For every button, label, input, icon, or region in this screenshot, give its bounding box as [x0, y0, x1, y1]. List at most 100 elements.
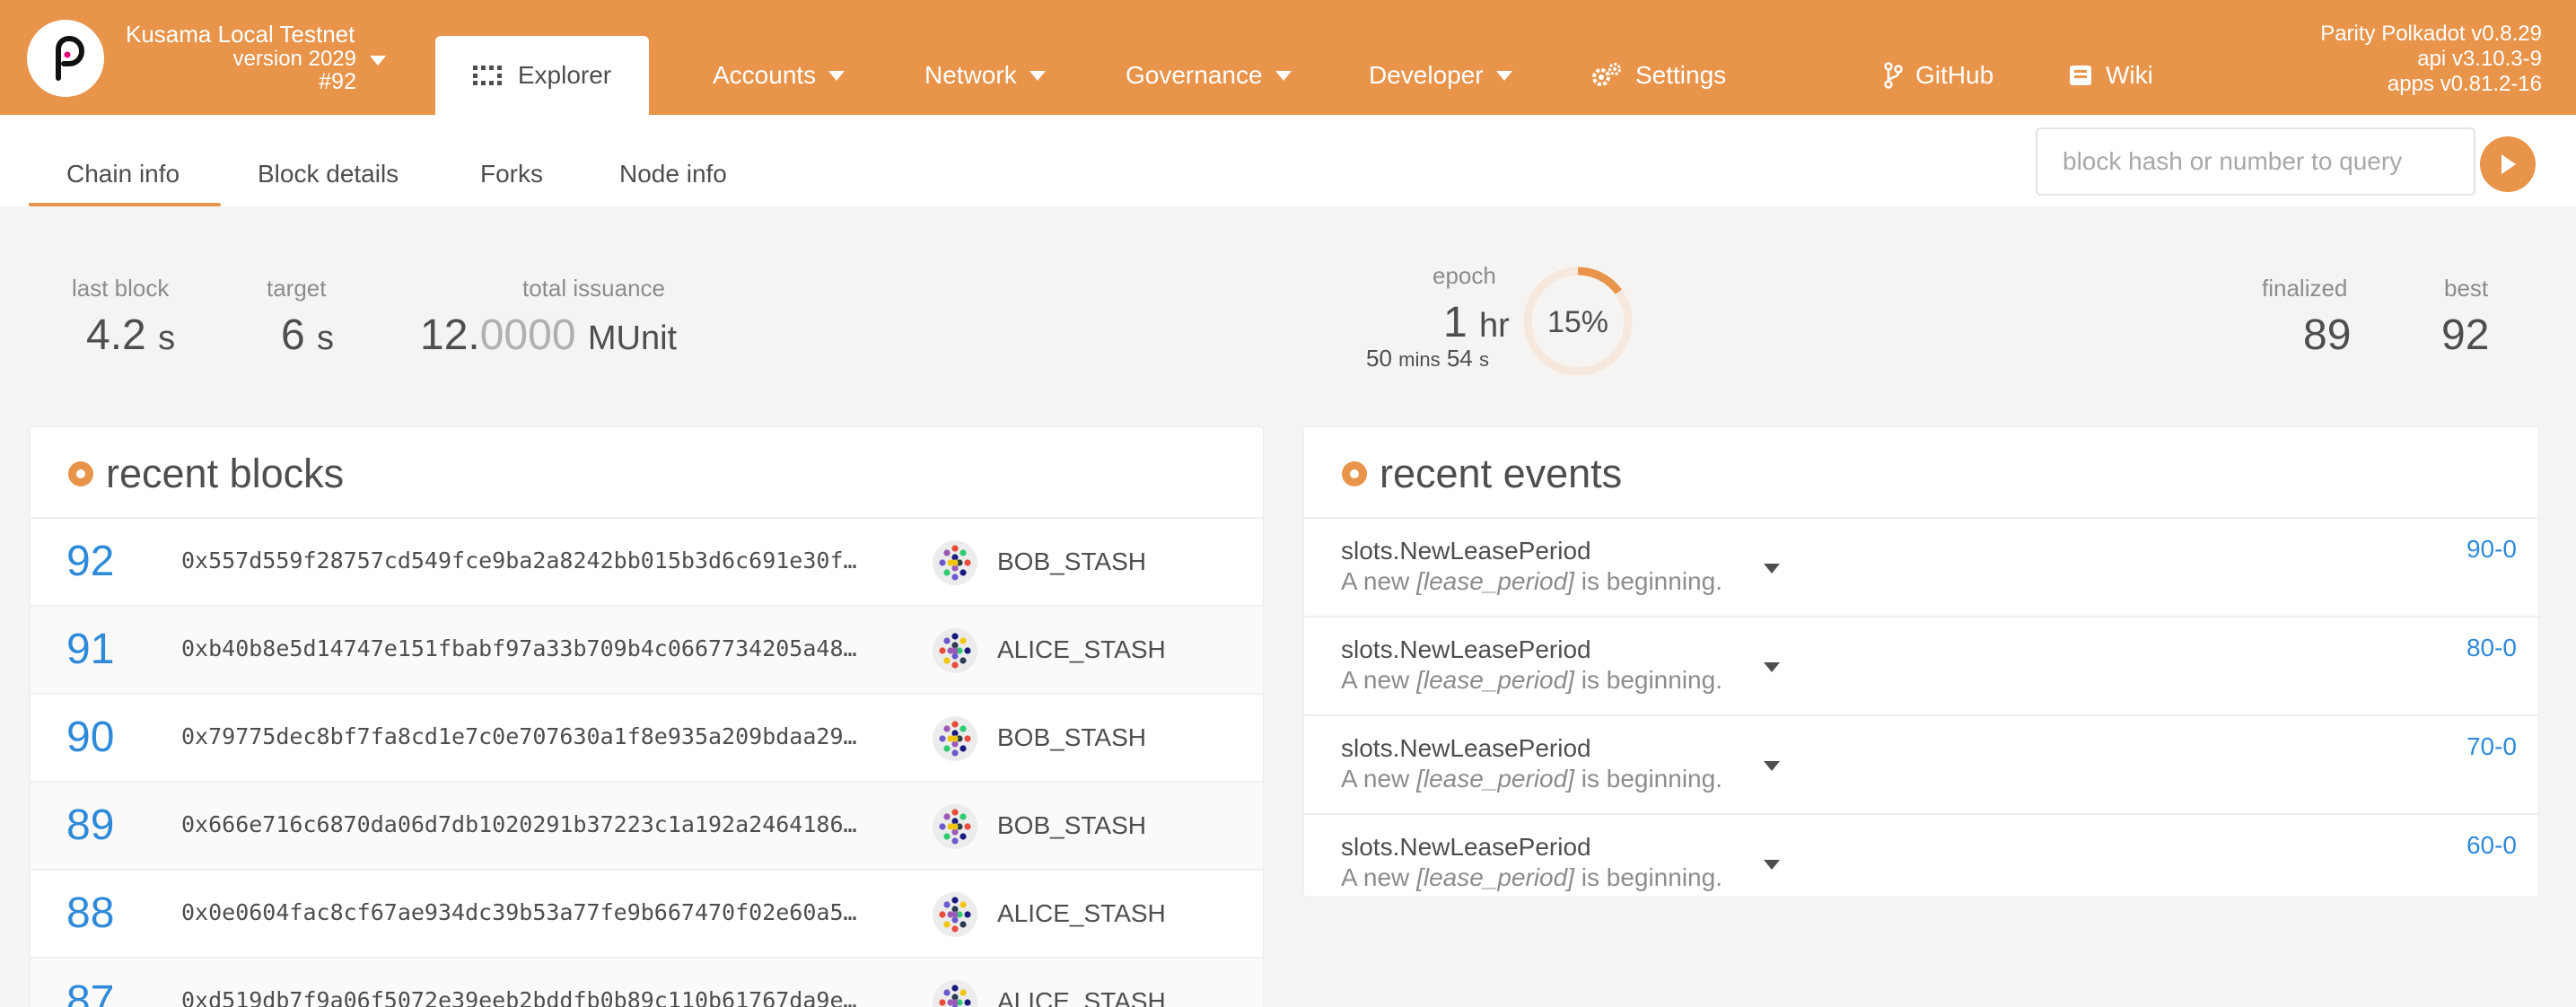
- tab-node-info[interactable]: Node info: [619, 160, 727, 188]
- nav-network-label: Network: [924, 61, 1017, 89]
- author-identicon-icon[interactable]: [933, 980, 977, 1007]
- nav-settings[interactable]: Settings: [1590, 57, 1726, 93]
- nav-governance-label: Governance: [1126, 61, 1263, 89]
- block-row[interactable]: 88 0x0e0604fac8cf67ae934dc39b53a77fe9b667…: [31, 869, 1263, 957]
- author-identicon-icon[interactable]: [933, 540, 977, 585]
- tab-chain-info[interactable]: Chain info: [66, 160, 180, 188]
- bullet-icon: [68, 461, 93, 486]
- epoch-label: epoch: [1433, 262, 1496, 289]
- nav-github-label: GitHub: [1915, 61, 1994, 89]
- block-number-link[interactable]: 89: [66, 801, 114, 850]
- event-name: slots.NewLeasePeriod: [1341, 734, 1591, 762]
- event-row[interactable]: slots.NewLeasePeriod A new [lease_period]…: [1304, 813, 2538, 897]
- block-author-name[interactable]: BOB_STASH: [997, 811, 1146, 840]
- nav-governance[interactable]: Governance: [1126, 57, 1292, 93]
- recent-blocks-card: recent blocks 92 0x557d559f28757cd549fce9…: [30, 426, 1264, 1007]
- tab-explorer[interactable]: Explorer: [435, 36, 649, 115]
- event-block-link[interactable]: 80-0: [2466, 634, 2517, 662]
- event-description: A new [lease_period] is beginning.: [1341, 863, 1722, 892]
- block-number-link[interactable]: 88: [66, 889, 114, 938]
- block-hash: 0xb40b8e5d14747e151fbabf97a33b709b4c0667…: [181, 635, 857, 661]
- nav-wiki-link[interactable]: Wiki: [2068, 57, 2153, 93]
- event-block-link[interactable]: 70-0: [2466, 732, 2517, 761]
- event-row[interactable]: slots.NewLeasePeriod A new [lease_period]…: [1304, 517, 2538, 616]
- block-row[interactable]: 92 0x557d559f28757cd549fce9ba2a8242bb015b…: [31, 517, 1263, 605]
- finalized-label: finalized: [2262, 275, 2348, 302]
- bullet-icon: [1342, 461, 1367, 486]
- block-author-name[interactable]: ALICE_STASH: [997, 635, 1166, 664]
- epoch-mins: 50: [1366, 345, 1392, 372]
- block-row[interactable]: 89 0x666e716c6870da06d7db1020291b37223c1a…: [31, 781, 1263, 869]
- block-number-link[interactable]: 87: [66, 976, 114, 1007]
- event-desc-text: A new: [1341, 666, 1417, 694]
- epoch-secs: 54: [1446, 345, 1473, 372]
- last-block-unit: s: [158, 320, 176, 357]
- block-query-input[interactable]: [2036, 127, 2475, 196]
- event-desc-param: [lease_period]: [1416, 666, 1574, 694]
- event-name: slots.NewLeasePeriod: [1341, 833, 1591, 861]
- chevron-down-icon[interactable]: [1764, 662, 1780, 672]
- event-block-link[interactable]: 60-0: [2466, 831, 2517, 860]
- finalized-value: 89: [2303, 311, 2352, 359]
- block-row[interactable]: 87 0xd519db7f9a06f5072e39eeb2bddfb0b89c11…: [31, 957, 1263, 1007]
- epoch-value: 1 hr: [1443, 298, 1510, 347]
- chevron-down-icon[interactable]: [1764, 761, 1780, 771]
- chevron-down-icon: [1495, 70, 1512, 81]
- block-number-link[interactable]: 90: [66, 713, 114, 762]
- polkadot-logo[interactable]: [27, 20, 104, 97]
- event-name: slots.NewLeasePeriod: [1341, 635, 1591, 663]
- block-author-name[interactable]: ALICE_STASH: [997, 899, 1166, 928]
- block-author-name[interactable]: BOB_STASH: [997, 547, 1146, 576]
- author-identicon-icon[interactable]: [933, 892, 977, 937]
- author-identicon-icon[interactable]: [933, 628, 977, 673]
- chain-name: Kusama Local Testnet: [126, 21, 355, 48]
- event-desc-text: is beginning.: [1573, 765, 1722, 792]
- grid-dots-icon: [472, 66, 502, 85]
- block-hash: 0x79775dec8bf7fa8cd1e7c0e707630a1f8e935a…: [181, 723, 857, 749]
- nav-accounts-label: Accounts: [713, 61, 817, 89]
- total-issuance-label: total issuance: [522, 275, 665, 302]
- explorer-subnav: Chain info Block details Forks Node info: [0, 115, 2576, 206]
- nav-developer[interactable]: Developer: [1369, 57, 1512, 93]
- block-number-link[interactable]: 92: [66, 537, 114, 586]
- nav-developer-label: Developer: [1369, 61, 1484, 89]
- event-name: slots.NewLeasePeriod: [1341, 537, 1591, 565]
- best-label: best: [2444, 275, 2489, 302]
- event-desc-text: is beginning.: [1573, 567, 1722, 595]
- nav-github-link[interactable]: GitHub: [1883, 57, 1993, 93]
- event-description: A new [lease_period] is beginning.: [1341, 567, 1722, 596]
- block-author-name[interactable]: ALICE_STASH: [997, 987, 1166, 1007]
- block-author-name[interactable]: BOB_STASH: [997, 723, 1146, 752]
- nav-network[interactable]: Network: [924, 57, 1046, 93]
- block-hash: 0x0e0604fac8cf67ae934dc39b53a77fe9b66747…: [181, 899, 857, 925]
- issuance-fraction: 0000: [479, 311, 576, 359]
- event-description: A new [lease_period] is beginning.: [1341, 666, 1722, 695]
- event-desc-text: is beginning.: [1573, 863, 1722, 891]
- chevron-down-icon: [370, 56, 386, 66]
- event-block-link[interactable]: 90-0: [2466, 535, 2517, 564]
- epoch-hours-unit: hr: [1479, 307, 1510, 345]
- event-desc-param: [lease_period]: [1416, 765, 1574, 792]
- event-row[interactable]: slots.NewLeasePeriod A new [lease_period]…: [1304, 616, 2538, 714]
- author-identicon-icon[interactable]: [933, 716, 977, 761]
- block-number-link[interactable]: 91: [66, 625, 114, 674]
- issuance-integer: 12.: [420, 311, 480, 359]
- tab-forks[interactable]: Forks: [480, 160, 543, 188]
- block-row[interactable]: 90 0x79775dec8bf7fa8cd1e7c0e707630a1f8e93…: [31, 693, 1263, 781]
- chevron-down-icon[interactable]: [1764, 564, 1780, 574]
- chevron-down-icon[interactable]: [1764, 860, 1780, 870]
- block-row[interactable]: 91 0xb40b8e5d14747e151fbabf97a33b709b4c06…: [31, 605, 1263, 693]
- node-version: Parity Polkadot v0.8.29: [2320, 22, 2542, 46]
- nav-accounts[interactable]: Accounts: [713, 57, 846, 93]
- event-desc-param: [lease_period]: [1416, 863, 1574, 891]
- chain-selector[interactable]: Kusama Local Testnet version 2029 #92: [126, 20, 395, 97]
- best-value: 92: [2441, 311, 2490, 359]
- top-navigation-bar: Kusama Local Testnet version 2029 #92 Ex…: [0, 0, 2576, 115]
- event-row[interactable]: slots.NewLeasePeriod A new [lease_period]…: [1304, 714, 2538, 813]
- nav-wiki-label: Wiki: [2106, 61, 2153, 89]
- tab-block-details[interactable]: Block details: [258, 160, 399, 188]
- author-identicon-icon[interactable]: [933, 804, 977, 849]
- query-submit-button[interactable]: [2480, 136, 2536, 192]
- recent-events-title-text: recent events: [1380, 451, 1623, 496]
- event-desc-text: is beginning.: [1573, 666, 1722, 694]
